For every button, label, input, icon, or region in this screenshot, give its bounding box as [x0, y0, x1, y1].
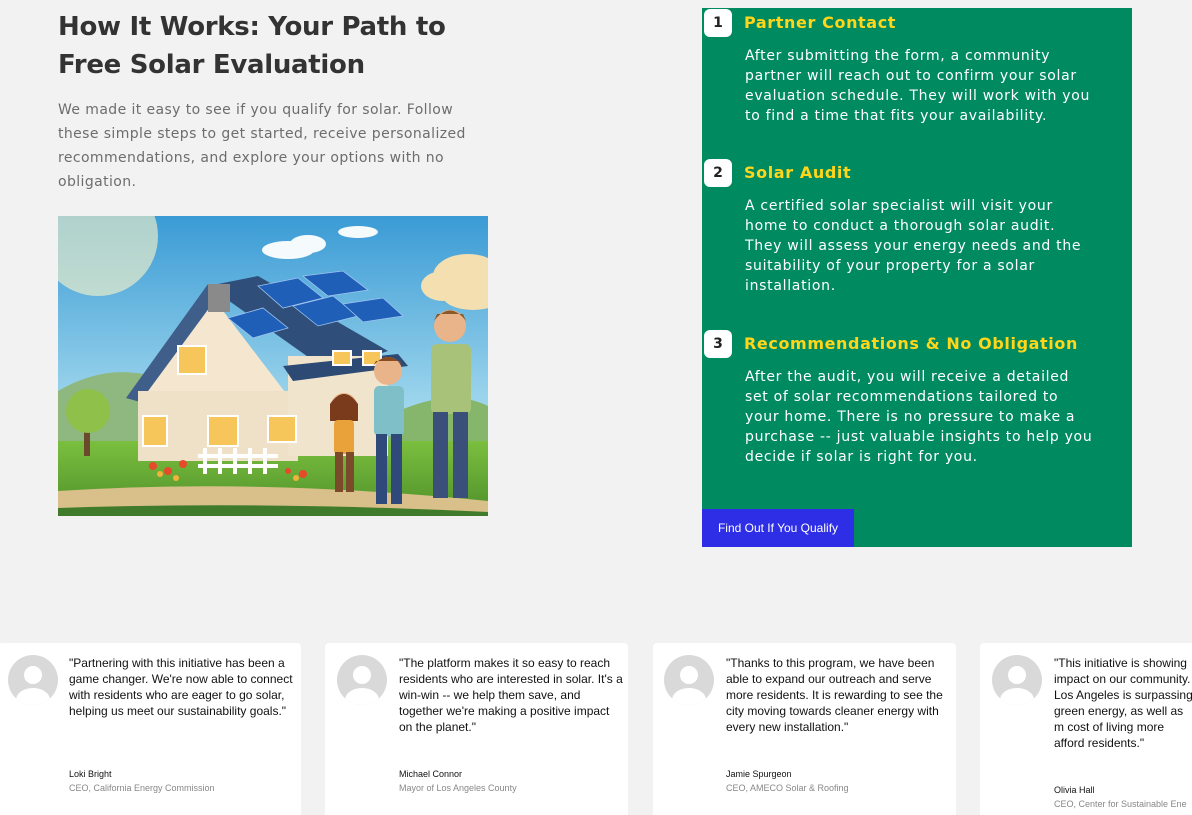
testimonial-quote: "The platform makes it so easy to reach … [399, 656, 623, 734]
testimonial-card: "This initiative is showing impact on ou… [980, 643, 1192, 815]
intro-description: We made it easy to see if you qualify fo… [58, 102, 466, 190]
testimonial-quote: "This initiative is showing impact on ou… [1054, 656, 1192, 750]
testimonial-author: Olivia Hall [1054, 785, 1095, 795]
testimonial-role: CEO, AMECO Solar & Roofing [726, 783, 849, 793]
step-description: A certified solar specialist will visit … [745, 198, 1082, 294]
testimonial-role: CEO, Center for Sustainable Ene [1054, 799, 1187, 809]
testimonial-card: "Partnering with this initiative has bee… [0, 643, 301, 815]
testimonial-role: CEO, California Energy Commission [69, 783, 215, 793]
avatar [337, 655, 387, 705]
testimonial-role: Mayor of Los Angeles County [399, 783, 517, 793]
testimonial-author: Michael Connor [399, 769, 463, 779]
page-title: How It Works: Your Path to Free Solar Ev… [58, 12, 446, 80]
testimonial-author: Jamie Spurgeon [726, 769, 792, 779]
testimonial-card: "The platform makes it so easy to reach … [325, 643, 628, 815]
step-title-recommendations: Recommendations & No Obligation [744, 334, 1078, 353]
testimonial-author: Loki Bright [69, 769, 112, 779]
avatar [992, 655, 1042, 705]
family-solar-house-illustration [58, 216, 488, 516]
step-description: After the audit, you will receive a deta… [745, 369, 1093, 465]
steps-panel: 1 Partner Contact After submitting the f… [702, 8, 1132, 547]
testimonial-card: "Thanks to this program, we have been ab… [653, 643, 956, 815]
avatar [8, 655, 58, 705]
step-title-partner-contact: Partner Contact [744, 13, 897, 32]
step-number-badge: 1 [704, 9, 732, 37]
step-number-badge: 2 [704, 159, 732, 187]
testimonial-quote: "Partnering with this initiative has bee… [69, 656, 293, 718]
testimonial-quote: "Thanks to this program, we have been ab… [726, 656, 943, 734]
step-description: After submitting the form, a community p… [745, 48, 1091, 124]
step-title-solar-audit: Solar Audit [744, 163, 852, 182]
step-number-badge: 3 [704, 330, 732, 358]
avatar [664, 655, 714, 705]
find-out-if-you-qualify-button[interactable]: Find Out If You Qualify [702, 509, 854, 547]
how-it-works-section: How It Works: Your Path to Free Solar Ev… [58, 8, 498, 194]
